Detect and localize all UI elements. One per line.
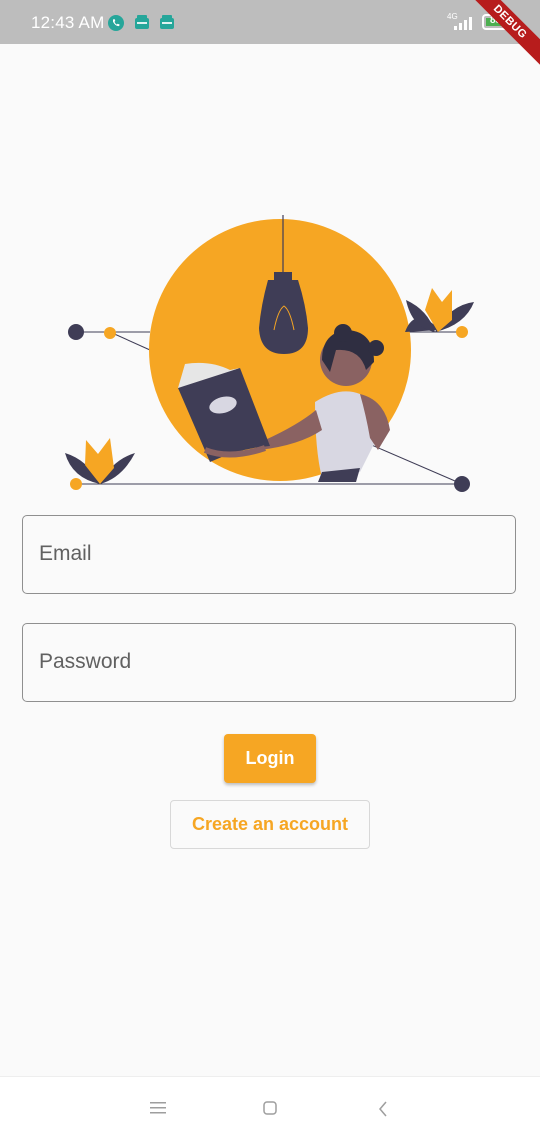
home-square-icon[interactable] [263, 1101, 277, 1120]
status-time: 12:43 AM [31, 13, 105, 32]
notification-box-icon [159, 15, 175, 35]
signal-icon [452, 16, 474, 35]
create-account-button[interactable]: Create an account [170, 800, 370, 849]
password-placeholder: Password [39, 650, 132, 673]
email-field[interactable]: Email [22, 515, 516, 594]
system-navigation-bar [0, 1076, 540, 1141]
login-button[interactable]: Login [224, 734, 316, 783]
back-chevron-icon[interactable] [378, 1101, 388, 1122]
status-bar: 12:43 AM 4G 83 [0, 0, 540, 44]
password-field[interactable]: Password [22, 623, 516, 702]
notification-box-icon [134, 15, 150, 35]
woman-reading-book-illustration [65, 215, 474, 492]
menu-icon[interactable] [150, 1101, 166, 1120]
email-placeholder: Email [39, 542, 92, 565]
phone-icon [108, 15, 124, 36]
